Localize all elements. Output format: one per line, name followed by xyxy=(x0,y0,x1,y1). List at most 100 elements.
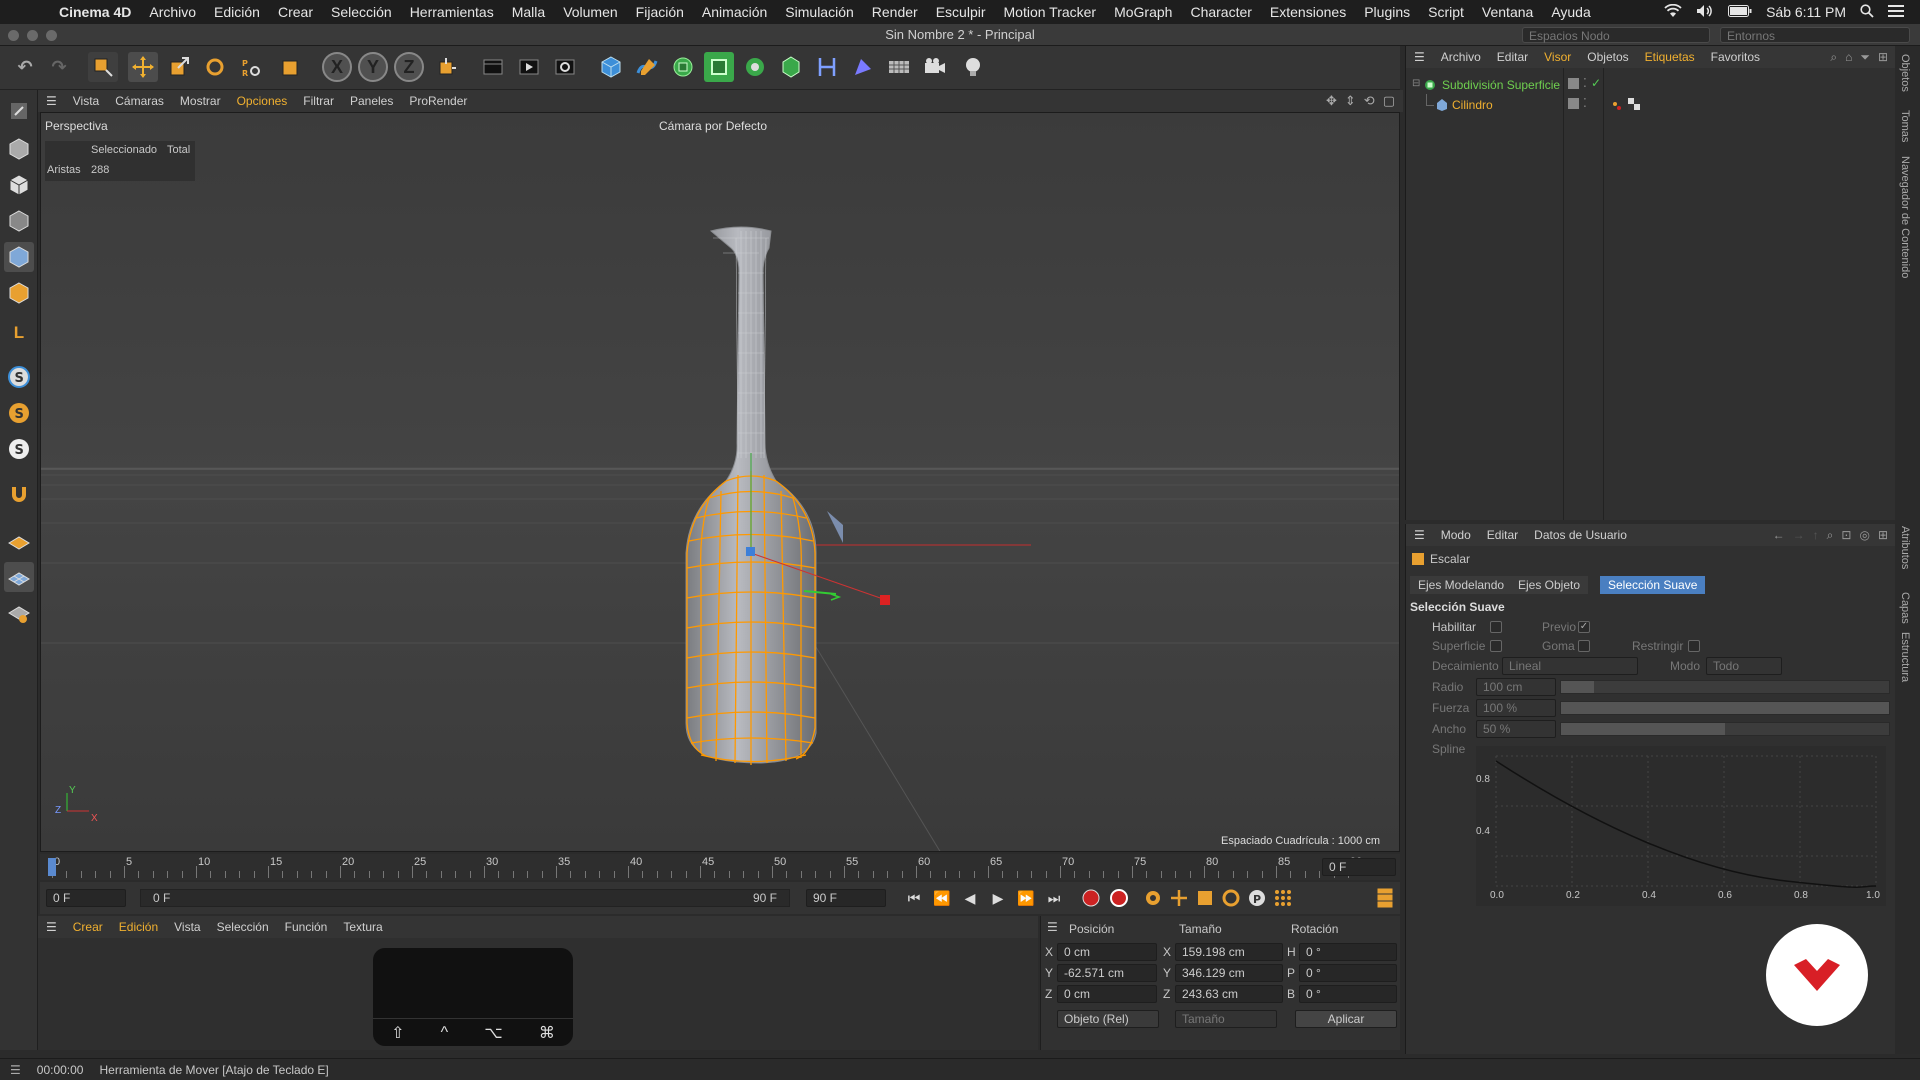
snap-toggle-icon[interactable]: S xyxy=(4,362,34,392)
end-frame-field[interactable]: 90 F xyxy=(806,889,886,907)
grid-plane-icon[interactable] xyxy=(4,562,34,592)
viewport-menu-vista[interactable]: Vista xyxy=(65,94,107,108)
render-picture-viewer-icon[interactable] xyxy=(514,52,544,82)
subdivision-surface-icon[interactable] xyxy=(668,52,698,82)
material-manager-area[interactable]: ⇧ ^ ⌥ ⌘ xyxy=(38,938,1038,1050)
rot-p-field[interactable]: 0 ° xyxy=(1299,964,1397,982)
menu-plugins[interactable]: Plugins xyxy=(1355,4,1419,20)
size-x-field[interactable]: 159.198 cm xyxy=(1175,943,1283,961)
model-mode-icon[interactable] xyxy=(4,134,34,164)
menu-herramientas[interactable]: Herramientas xyxy=(401,4,503,20)
light-icon[interactable] xyxy=(958,52,988,82)
radio-slider[interactable] xyxy=(1560,680,1890,694)
menu-seleccion[interactable]: Selección xyxy=(322,4,401,20)
obj-home-icon[interactable]: ⌂ xyxy=(1845,50,1852,65)
fuerza-slider[interactable] xyxy=(1560,701,1890,715)
obj-filter-icon[interactable]: ⏷ xyxy=(1860,50,1870,65)
menu-render[interactable]: Render xyxy=(863,4,927,20)
start-frame-field[interactable]: 0 F xyxy=(46,889,126,907)
viewport-menu-paneles[interactable]: Paneles xyxy=(342,94,401,108)
attr-menu-editar[interactable]: Editar xyxy=(1479,528,1526,542)
menu-esculpir[interactable]: Esculpir xyxy=(927,4,995,20)
undo-icon[interactable]: ↶ xyxy=(10,52,40,82)
menu-character[interactable]: Character xyxy=(1181,4,1260,20)
menu-malla[interactable]: Malla xyxy=(503,4,554,20)
status-menu-icon[interactable]: ☰ xyxy=(0,1063,31,1077)
layer-icon[interactable] xyxy=(1568,78,1579,89)
rot-b-field[interactable]: 0 ° xyxy=(1299,985,1397,1003)
layouts-dropdown[interactable]: Entornos xyxy=(1720,27,1910,43)
attr-new-panel-icon[interactable]: ⊞ xyxy=(1878,528,1888,543)
menu-extensiones[interactable]: Extensiones xyxy=(1261,4,1355,20)
previo-checkbox[interactable]: ✓ xyxy=(1578,621,1590,633)
make-editable-icon[interactable] xyxy=(4,96,34,126)
enabled-check-icon[interactable]: ✓ xyxy=(1591,76,1601,90)
menu-app-name[interactable]: Cinema 4D xyxy=(50,4,140,20)
spotlight-icon[interactable] xyxy=(1860,3,1874,21)
attr-forward-icon[interactable]: → xyxy=(1793,528,1805,543)
autokey-icon[interactable] xyxy=(1108,887,1130,909)
play-backward-icon[interactable]: ◀ xyxy=(959,887,981,909)
wifi-icon[interactable] xyxy=(1664,3,1682,21)
record-key-icon[interactable] xyxy=(1080,887,1102,909)
node-spaces-dropdown[interactable]: Espacios Nodo xyxy=(1522,27,1710,43)
vtab-navegador[interactable]: Navegador de Contenido xyxy=(1899,156,1911,278)
obj-search-icon[interactable]: ⌕ xyxy=(1830,50,1837,65)
viewport-menu-opciones[interactable]: Opciones xyxy=(229,94,296,108)
vtab-tomas[interactable]: Tomas xyxy=(1899,110,1911,142)
viewport-menu-prorender[interactable]: ProRender xyxy=(401,94,475,108)
material-menu-edicion[interactable]: Edición xyxy=(111,920,166,934)
axis-mode-icon[interactable]: L xyxy=(4,318,34,348)
vtab-atributos[interactable]: Atributos xyxy=(1899,526,1911,569)
superficie-checkbox[interactable] xyxy=(1490,640,1502,652)
range-slider[interactable]: 0 F 90 F xyxy=(140,889,790,907)
radio-field[interactable]: 100 cm xyxy=(1476,678,1556,696)
timeline-ruler[interactable]: 051015202530354045505560657075808590 0 F xyxy=(40,854,1400,880)
go-to-end-icon[interactable]: ⏭ xyxy=(1043,887,1065,909)
rotate-tool-icon[interactable] xyxy=(200,52,230,82)
object-panel-menu-icon[interactable]: ☰ xyxy=(1406,50,1433,64)
go-to-start-icon[interactable]: ⏮ xyxy=(903,887,925,909)
environment-icon[interactable] xyxy=(848,52,878,82)
current-frame-field[interactable]: 0 F xyxy=(1322,858,1396,876)
obj-menu-objetos[interactable]: Objetos xyxy=(1579,50,1636,64)
menu-ventana[interactable]: Ventana xyxy=(1473,4,1542,20)
live-selection-icon[interactable] xyxy=(88,52,118,82)
layer-icon[interactable] xyxy=(1568,98,1579,109)
obj-menu-favoritos[interactable]: Favoritos xyxy=(1703,50,1768,64)
floor-grid-icon[interactable] xyxy=(884,52,914,82)
scale-tool-icon[interactable] xyxy=(164,52,194,82)
visibility-dots-icon[interactable]: ⁚ xyxy=(1583,76,1587,90)
material-menu-vista[interactable]: Vista xyxy=(166,920,208,934)
cloner-icon[interactable] xyxy=(740,52,770,82)
object-row-subdivision[interactable]: ⊟ Subdivisión Superficie ⁚ ✓ xyxy=(1406,76,1896,94)
size-z-field[interactable]: 243.63 cm xyxy=(1175,985,1283,1003)
next-key-icon[interactable]: ⏩ xyxy=(1015,887,1037,909)
mograph-effector-icon[interactable] xyxy=(776,52,806,82)
spline-graph[interactable]: 0.8 0.4 0.0 0.2 0.4 0.6 0.8 1.0 xyxy=(1476,746,1886,906)
pos-z-field[interactable]: 0 cm xyxy=(1057,985,1157,1003)
collapse-icon[interactable]: ⊟ xyxy=(1412,78,1420,89)
obj-new-panel-icon[interactable]: ⊞ xyxy=(1878,50,1888,65)
menu-motion-tracker[interactable]: Motion Tracker xyxy=(995,4,1106,20)
world-coordinates-icon[interactable] xyxy=(432,52,462,82)
object-name[interactable]: Cilindro xyxy=(1452,98,1493,112)
keyframe-selection-icon[interactable] xyxy=(1142,887,1164,909)
render-view-icon[interactable] xyxy=(478,52,508,82)
material-menu-crear[interactable]: Crear xyxy=(65,920,111,934)
material-menu-funcion[interactable]: Función xyxy=(277,920,336,934)
object-name[interactable]: Subdivisión Superficie xyxy=(1442,78,1560,92)
ancho-field[interactable]: 50 % xyxy=(1476,720,1556,738)
edges-mode-icon[interactable] xyxy=(4,278,34,308)
size-y-field[interactable]: 346.129 cm xyxy=(1175,964,1283,982)
obj-menu-archivo[interactable]: Archivo xyxy=(1433,50,1489,64)
vtab-capas[interactable]: Capas xyxy=(1899,592,1911,624)
viewport-menu-camaras[interactable]: Cámaras xyxy=(107,94,172,108)
phong-tag-icon[interactable] xyxy=(1612,100,1622,114)
viewport-panel-menu-icon[interactable]: ☰ xyxy=(38,94,65,108)
menu-volumen[interactable]: Volumen xyxy=(554,4,626,20)
viewport-menu-filtrar[interactable]: Filtrar xyxy=(295,94,342,108)
locked-workplane-icon[interactable] xyxy=(4,598,34,628)
material-menu-seleccion[interactable]: Selección xyxy=(209,920,277,934)
camera-icon[interactable] xyxy=(920,52,950,82)
